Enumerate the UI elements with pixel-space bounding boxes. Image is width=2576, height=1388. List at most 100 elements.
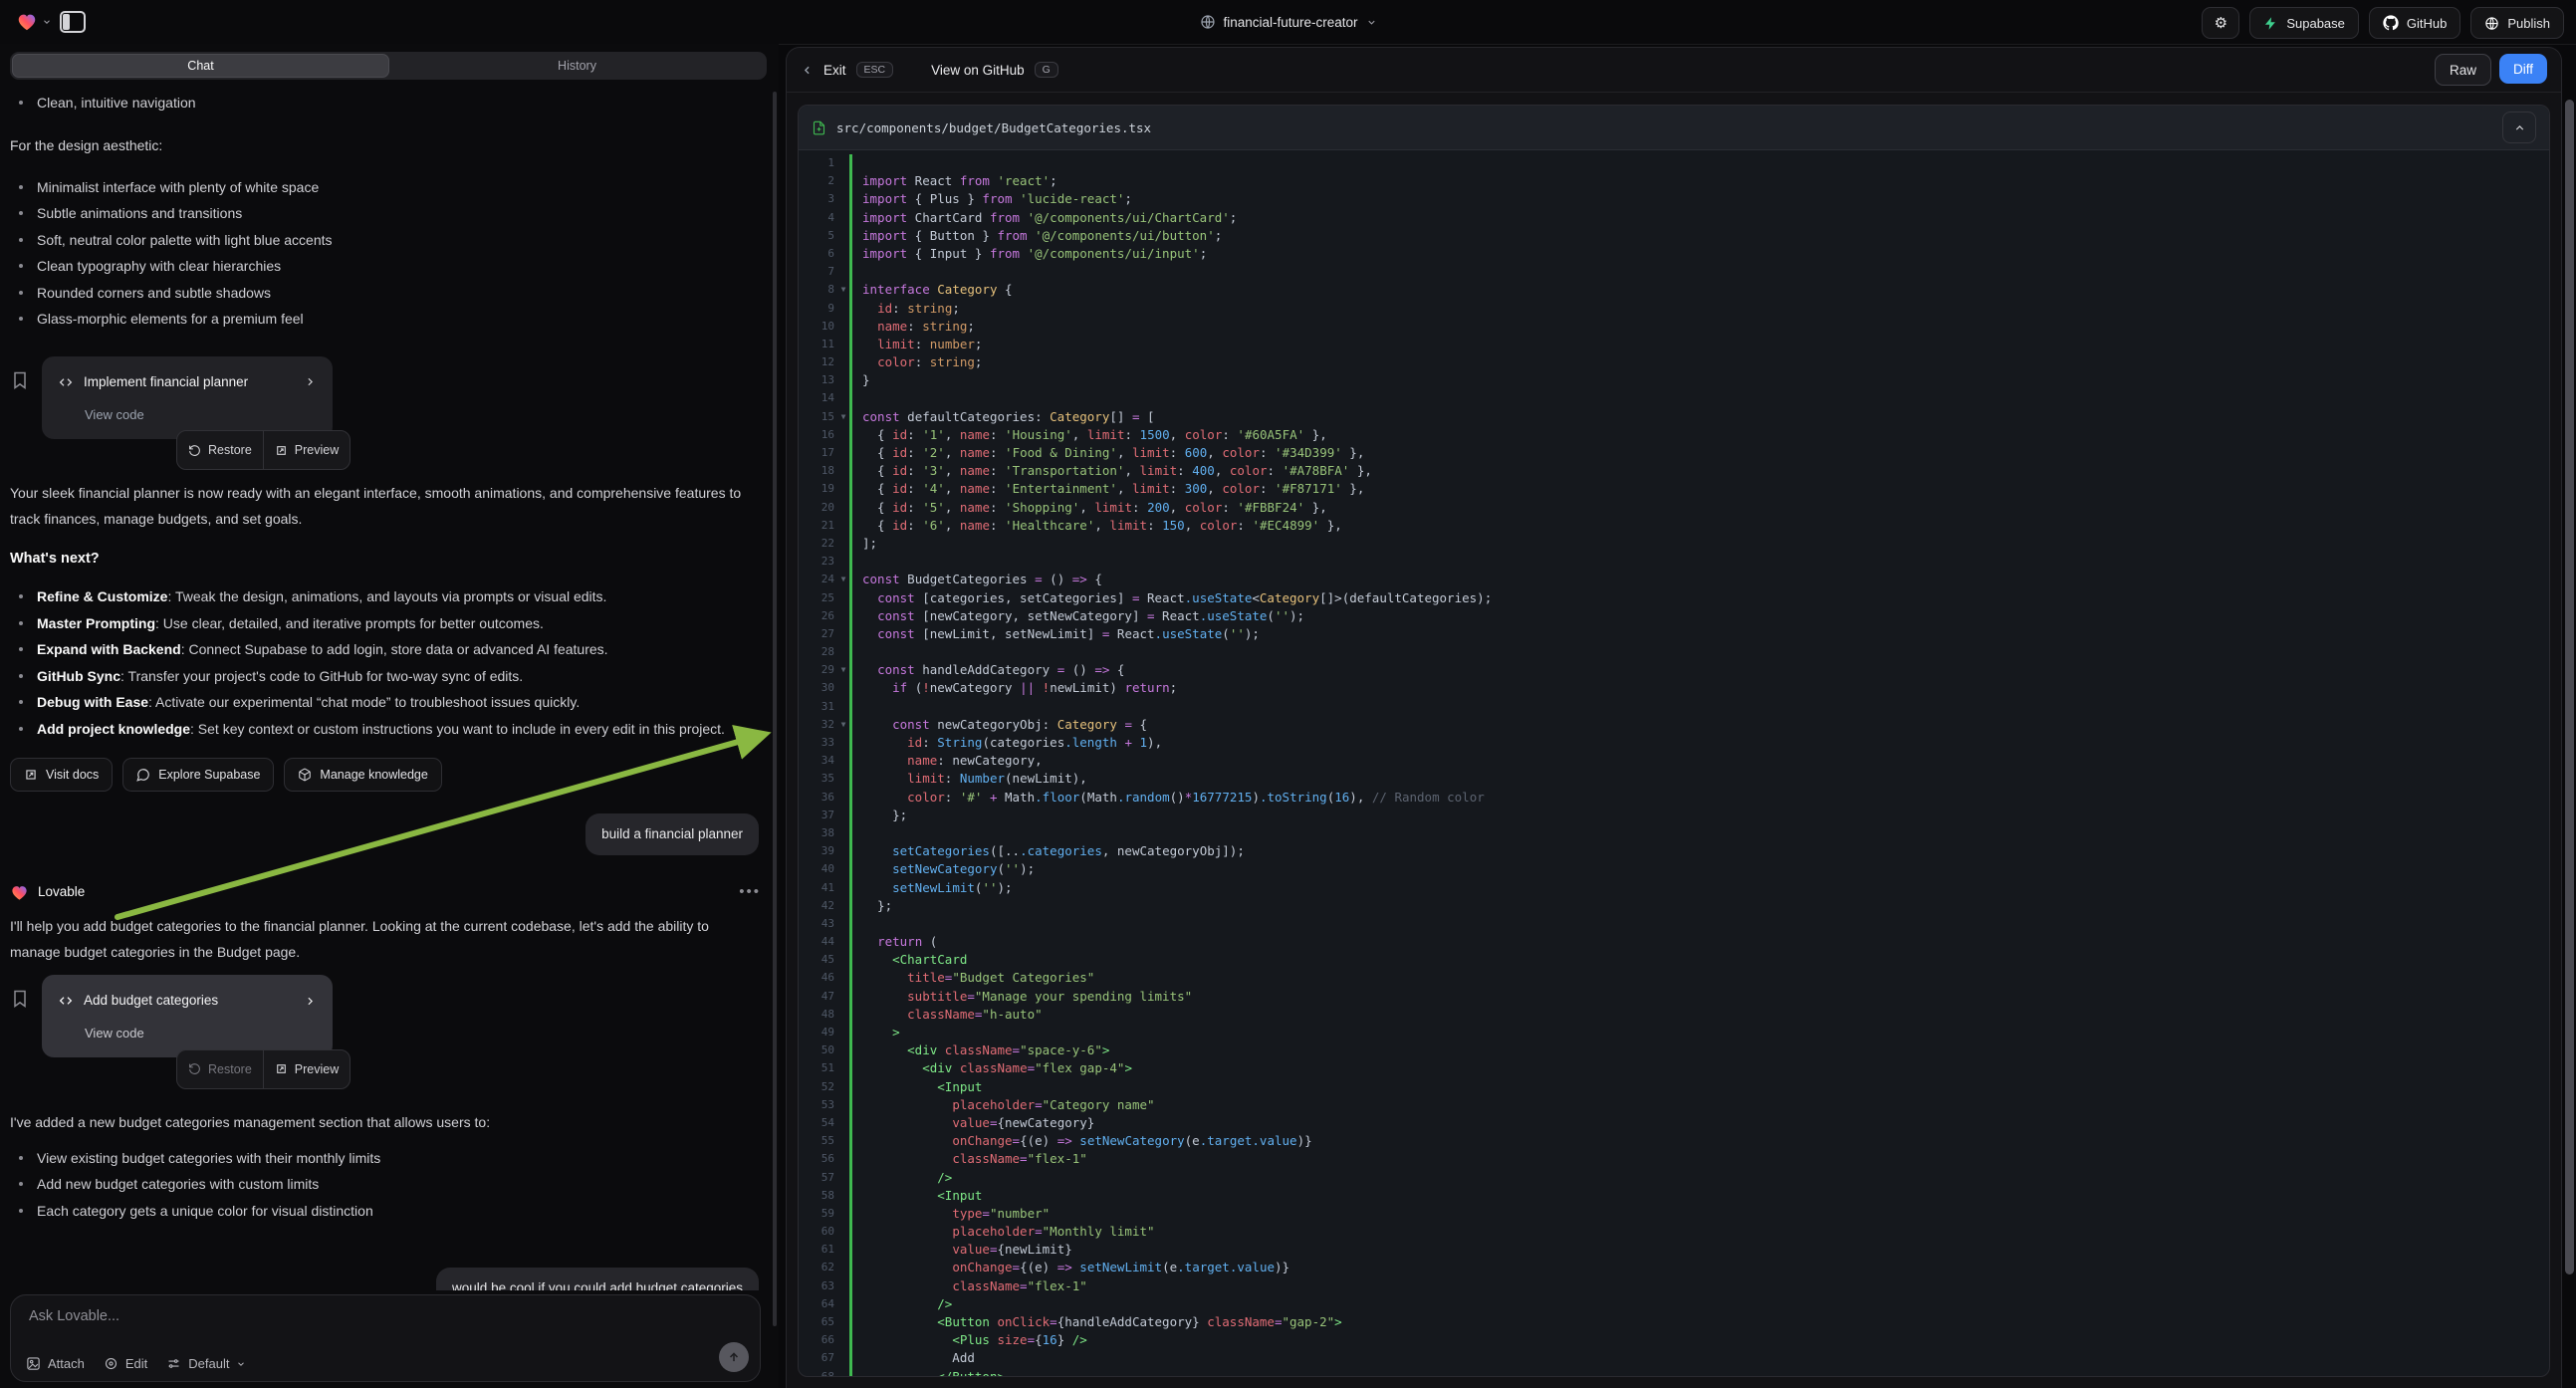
list-item: Clean, intuitive navigation	[10, 90, 761, 116]
chat-scroll-area[interactable]: Clean, intuitive navigation For the desi…	[10, 88, 761, 1290]
code-line: 6import { Input } from '@/components/ui/…	[799, 245, 2549, 263]
fold-marker-icon	[837, 209, 849, 227]
attach-label: Attach	[48, 1356, 85, 1371]
code-line: 11 limit: number;	[799, 336, 2549, 353]
view-code-link[interactable]: View code	[85, 1021, 317, 1046]
supabase-button[interactable]: Supabase	[2249, 7, 2359, 39]
target-icon	[104, 1356, 118, 1371]
code-line: 48 className="h-auto"	[799, 1006, 2549, 1024]
code-line: 15▼const defaultCategories: Category[] =…	[799, 408, 2549, 426]
lovable-logo[interactable]	[16, 11, 52, 33]
preview-button[interactable]: Preview	[263, 431, 350, 469]
window-scrollbar[interactable]	[2565, 100, 2574, 1274]
code-line: 49 >	[799, 1024, 2549, 1041]
version-card-add-budget-categories[interactable]: Add budget categories View code	[42, 975, 333, 1057]
fold-marker-icon	[837, 734, 849, 752]
publish-button[interactable]: Publish	[2470, 7, 2564, 39]
chevron-left-icon	[801, 64, 814, 77]
code-line: 51 <div className="flex gap-4">	[799, 1059, 2549, 1077]
code-view-panel: Exit ESC View on GitHub G Raw Diff src/c…	[786, 47, 2562, 1388]
code-icon	[58, 993, 74, 1009]
code-line: 34 name: newCategory,	[799, 752, 2549, 770]
fold-marker-icon	[837, 643, 849, 661]
fold-marker-icon	[837, 353, 849, 371]
quick-actions-row: Visit docs Explore Supabase Manage knowl…	[10, 758, 761, 792]
code-line: 8▼interface Category {	[799, 281, 2549, 299]
version-card-implement-financial-planner[interactable]: Implement financial planner View code	[42, 356, 333, 439]
fold-marker-icon	[837, 1078, 849, 1096]
fold-marker-icon	[837, 915, 849, 933]
code-line: 12 color: string;	[799, 353, 2549, 371]
file-header[interactable]: src/components/budget/BudgetCategories.t…	[799, 106, 2549, 150]
fold-marker-icon	[837, 789, 849, 807]
view-on-github-button[interactable]: View on GitHub	[931, 63, 1025, 78]
view-code-link[interactable]: View code	[85, 402, 317, 428]
preview-button[interactable]: Preview	[263, 1050, 350, 1088]
tab-history[interactable]: History	[389, 54, 765, 78]
code-line: 21 { id: '6', name: 'Healthcare', limit:…	[799, 517, 2549, 535]
top-bar: financial-future-creator ⚙ Supabase GitH…	[0, 0, 2576, 45]
code-line: 31	[799, 698, 2549, 716]
bookmark-icon[interactable]	[10, 989, 30, 1009]
fold-marker-icon	[837, 227, 849, 245]
arrow-up-icon	[727, 1350, 741, 1364]
restore-button[interactable]: Restore	[177, 431, 263, 469]
bookmark-icon[interactable]	[10, 370, 30, 390]
send-button[interactable]	[719, 1342, 749, 1372]
version-title: Implement financial planner	[84, 369, 248, 395]
added-intro-paragraph: I've added a new budget categories manag…	[10, 1109, 761, 1135]
project-switcher[interactable]: financial-future-creator	[1199, 0, 1376, 44]
fold-marker-icon	[837, 879, 849, 897]
file-path: src/components/budget/BudgetCategories.t…	[836, 120, 1151, 135]
github-button[interactable]: GitHub	[2369, 7, 2460, 39]
code-line: 54 value={newCategory}	[799, 1114, 2549, 1132]
edit-button[interactable]: Edit	[104, 1356, 147, 1371]
chat-scrollbar[interactable]	[773, 92, 777, 1326]
sidebar-toggle-icon[interactable]	[60, 11, 86, 33]
fold-marker-icon	[837, 1169, 849, 1187]
collapse-file-button[interactable]	[2502, 112, 2536, 143]
fold-marker-icon	[837, 1059, 849, 1077]
fold-marker-icon	[837, 426, 849, 444]
restore-button[interactable]: Restore	[177, 1050, 263, 1088]
mode-selector[interactable]: Default	[166, 1356, 246, 1371]
code-line: 67 Add	[799, 1349, 2549, 1367]
code-line: 14	[799, 389, 2549, 407]
settings-button[interactable]: ⚙	[2202, 7, 2239, 39]
fold-marker-icon	[837, 1241, 849, 1259]
user-message: build a financial planner	[585, 813, 759, 855]
fold-marker-icon	[837, 1223, 849, 1241]
added-bullet-list: View existing budget categories with the…	[10, 1145, 761, 1225]
globe-icon	[1199, 14, 1215, 30]
fold-marker-icon: ▼	[837, 661, 849, 679]
fold-marker-icon	[837, 154, 849, 172]
fold-marker-icon	[837, 1132, 849, 1150]
raw-toggle-button[interactable]: Raw	[2435, 54, 2491, 86]
attach-button[interactable]: Attach	[26, 1356, 85, 1371]
list-item: GitHub Sync: Transfer your project's cod…	[10, 663, 761, 690]
code-line: 19 { id: '4', name: 'Entertainment', lim…	[799, 480, 2549, 498]
tab-chat[interactable]: Chat	[12, 54, 389, 78]
manage-knowledge-button[interactable]: Manage knowledge	[284, 758, 441, 792]
chevron-up-icon	[2513, 121, 2526, 134]
external-link-icon	[275, 1062, 288, 1075]
manage-knowledge-label: Manage knowledge	[320, 762, 427, 788]
exit-button[interactable]: Exit	[823, 63, 846, 78]
message-menu-icon[interactable]: •••	[94, 879, 761, 905]
list-item: Soft, neutral color palette with light b…	[10, 227, 761, 254]
explore-supabase-button[interactable]: Explore Supabase	[122, 758, 274, 792]
list-item: Clean typography with clear hierarchies	[10, 253, 761, 280]
code-line: 41 setNewLimit('');	[799, 879, 2549, 897]
list-item: View existing budget categories with the…	[10, 1145, 761, 1172]
code-icon	[58, 374, 74, 390]
code-line: 28	[799, 643, 2549, 661]
restore-icon	[188, 444, 201, 457]
fold-marker-icon	[837, 1349, 849, 1367]
restore-preview-bar: Restore Preview	[176, 430, 351, 470]
chat-input[interactable]	[27, 1307, 744, 1325]
file-card: src/components/budget/BudgetCategories.t…	[798, 105, 2550, 1377]
diff-toggle-button[interactable]: Diff	[2499, 54, 2547, 84]
visit-docs-button[interactable]: Visit docs	[10, 758, 113, 792]
fold-marker-icon	[837, 1368, 849, 1377]
restore-label: Restore	[208, 1056, 252, 1082]
